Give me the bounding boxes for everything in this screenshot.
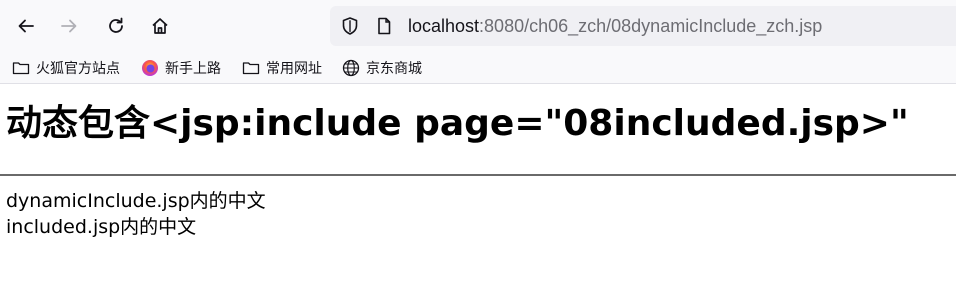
bookmark-getting-started[interactable]: 新手上路 [141, 57, 221, 79]
folder-icon [242, 59, 260, 77]
bookmark-label: 京东商城 [366, 61, 422, 77]
home-icon [152, 18, 168, 34]
reload-icon [109, 17, 123, 33]
reload-button[interactable] [99, 9, 133, 43]
page-icon[interactable] [374, 16, 394, 36]
bookmarks-bar: 火狐官方站点 新手上路 常用网址 京东商城 [0, 52, 956, 84]
browser-toolbar: localhost:8080/ch06_zch/08dynamicInclude… [0, 0, 956, 52]
dynamic-include-text: dynamicInclude.jsp内的中文 [6, 190, 266, 212]
back-button[interactable] [9, 9, 43, 43]
shield-icon[interactable] [340, 16, 360, 36]
bookmark-label: 常用网址 [266, 61, 322, 77]
firefox-icon [141, 59, 159, 77]
arrow-left-icon [18, 19, 34, 33]
page-content: 动态包含<jsp:include page="08included.jsp>" … [0, 84, 956, 286]
address-bar[interactable]: localhost:8080/ch06_zch/08dynamicInclude… [330, 6, 956, 46]
bookmark-label: 火狐官方站点 [36, 61, 120, 77]
url-text[interactable]: localhost:8080/ch06_zch/08dynamicInclude… [408, 15, 822, 37]
bookmark-label: 新手上路 [165, 61, 221, 77]
bookmark-firefox-official[interactable]: 火狐官方站点 [12, 57, 120, 79]
home-button[interactable] [143, 9, 177, 43]
included-text: included.jsp内的中文 [6, 216, 197, 238]
forward-button[interactable] [52, 9, 86, 43]
bookmark-common-sites[interactable]: 常用网址 [242, 57, 322, 79]
folder-icon [12, 59, 30, 77]
arrow-right-icon [61, 19, 77, 33]
url-host: localhost [408, 16, 480, 36]
horizontal-rule [0, 174, 956, 176]
page-title: 动态包含<jsp:include page="08included.jsp>" [6, 103, 909, 144]
url-path: :8080/ch06_zch/08dynamicInclude_zch.jsp [479, 16, 823, 36]
globe-icon [342, 59, 360, 77]
bookmark-jd-mall[interactable]: 京东商城 [342, 57, 422, 79]
